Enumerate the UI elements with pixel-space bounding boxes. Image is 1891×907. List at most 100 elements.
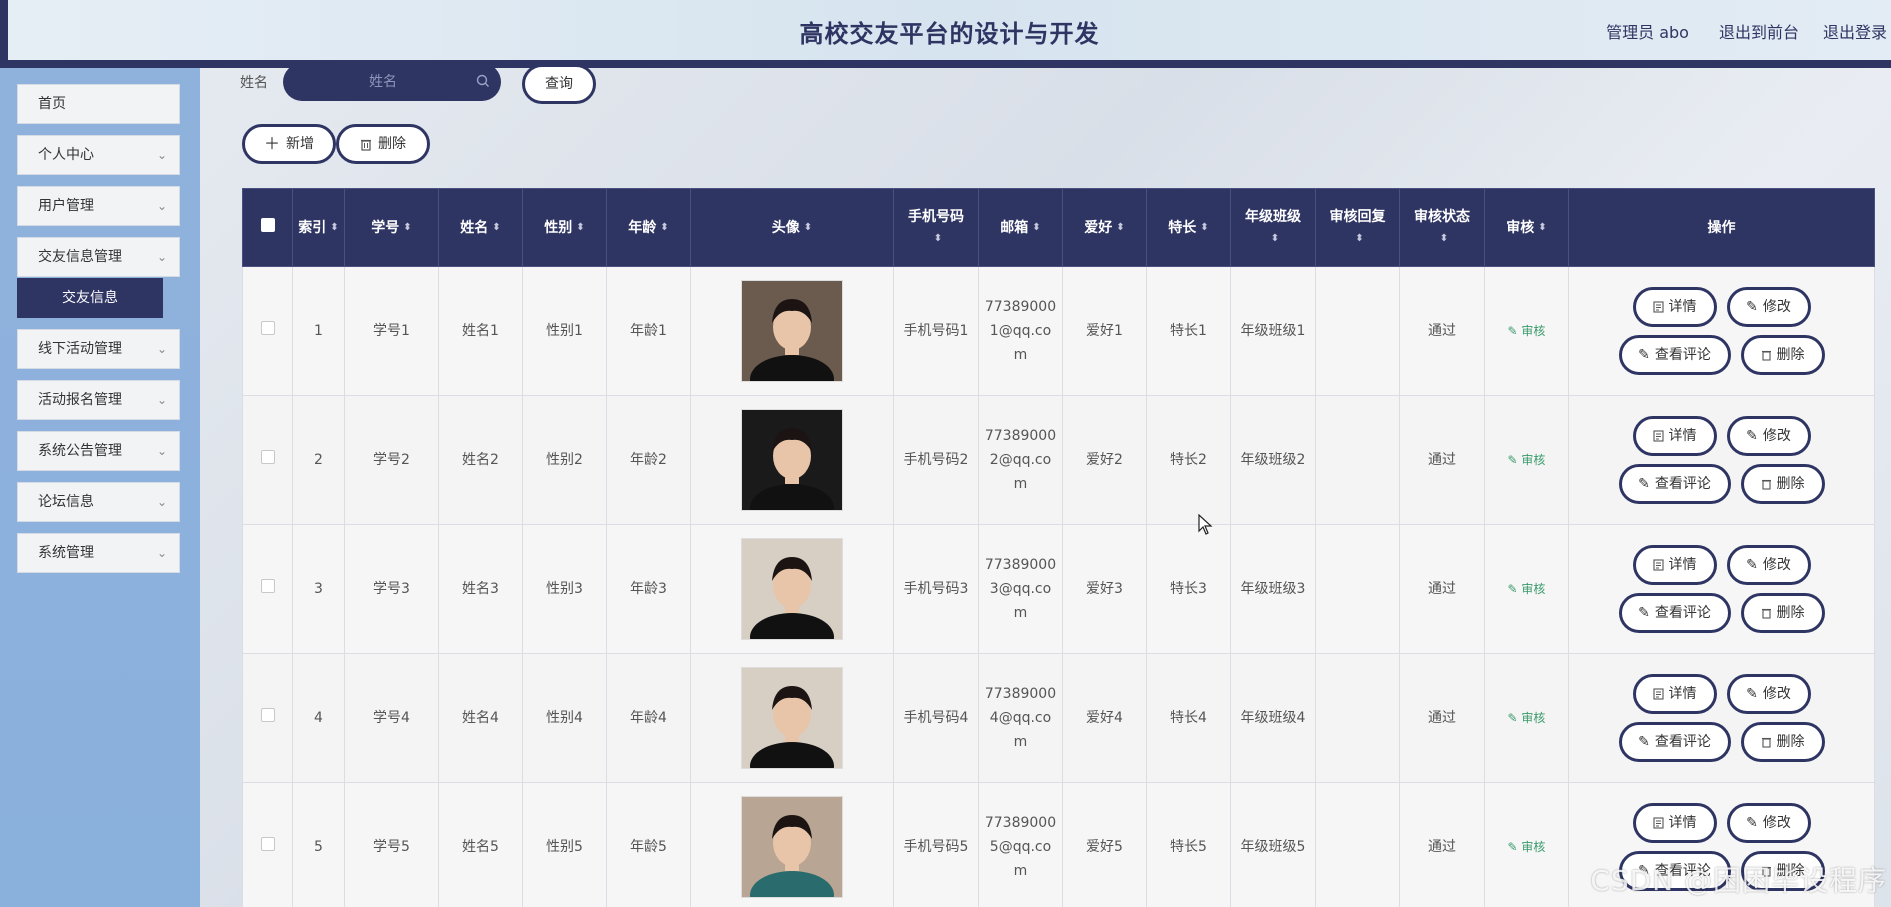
edit-button[interactable]: ✎ 修改 [1726,674,1811,714]
view-comments-button[interactable]: ✎ 查看评论 [1618,335,1731,375]
sidebar-item-5[interactable]: 活动报名管理 ⌄ [17,380,180,420]
sidebar-item-4[interactable]: 线下活动管理 ⌄ [17,329,180,369]
sidebar-item-8[interactable]: 系统管理 ⌄ [17,533,180,573]
sort-icon[interactable]: ⬍ [1538,217,1546,239]
chevron-down-icon: ⌄ [156,393,167,407]
column-header-5[interactable]: 头像 ⬍ [690,188,894,267]
pencil-icon: ✎ [1638,347,1650,363]
column-header-0[interactable]: 索引 ⬍ [292,188,345,267]
search-icon[interactable] [475,73,491,89]
sidebar-item-label: 首页 [38,96,66,112]
delete-button[interactable]: 删除 [1740,464,1825,504]
column-header-label: 年级班级 [1245,208,1301,225]
cell-name: 姓名5 [438,782,523,907]
row-select-cell[interactable] [242,653,293,783]
audit-link[interactable]: ✎ 审核 [1508,582,1546,596]
sort-icon[interactable]: ⬍ [1032,217,1040,239]
view-comments-label: 查看评论 [1654,476,1711,492]
cell-sid: 学号2 [344,395,439,525]
detail-button[interactable]: 详情 [1632,287,1717,327]
sidebar-item-1[interactable]: 个人中心 ⌄ [17,135,180,175]
column-header-8[interactable]: 爱好 ⬍ [1062,188,1147,267]
column-header-7[interactable]: 邮箱 ⬍ [978,188,1063,267]
sidebar-subitem-dating-info[interactable]: 交友信息 [17,278,163,318]
cell-index: 1 [292,266,345,396]
cell-gender: 性别3 [522,524,607,654]
row-checkbox[interactable] [260,321,275,335]
cell-index: 2 [292,395,345,525]
sort-icon[interactable]: ⬍ [1440,228,1448,250]
query-button[interactable]: 查询 [522,64,596,104]
edit-button[interactable]: ✎ 修改 [1726,803,1811,843]
view-comments-button[interactable]: ✎ 查看评论 [1618,722,1731,762]
view-comments-label: 查看评论 [1654,734,1711,750]
select-all-checkbox[interactable] [260,217,275,232]
bulk-delete-button[interactable]: 删除 [336,124,430,164]
sidebar-item-0[interactable]: 首页 [17,84,180,124]
sidebar-item-6[interactable]: 系统公告管理 ⌄ [17,431,180,471]
delete-button[interactable]: 删除 [1740,335,1825,375]
sort-icon[interactable]: ⬍ [1200,217,1208,239]
select-all-cell[interactable] [242,188,293,267]
row-select-cell[interactable] [242,266,293,396]
row-checkbox[interactable] [260,579,275,593]
column-header-1[interactable]: 学号 ⬍ [344,188,439,267]
sort-icon[interactable]: ⬍ [1271,228,1279,250]
sort-icon[interactable]: ⬍ [330,217,338,239]
detail-label: 详情 [1668,299,1697,315]
cell-reply [1315,266,1400,396]
sort-icon[interactable]: ⬍ [934,228,942,250]
column-header-3[interactable]: 性别 ⬍ [522,188,607,267]
sort-icon[interactable]: ⬍ [403,217,411,239]
detail-button[interactable]: 详情 [1632,674,1717,714]
row-checkbox[interactable] [260,837,275,851]
sidebar-item-3[interactable]: 交友信息管理 ⌄ [17,237,180,277]
row-checkbox[interactable] [260,708,275,722]
logout-link[interactable]: 退出登录 [1823,19,1887,43]
avatar-image [741,409,843,511]
row-select-cell[interactable] [242,782,293,907]
column-header-4[interactable]: 年龄 ⬍ [606,188,691,267]
audit-link[interactable]: ✎ 审核 [1508,840,1546,854]
sidebar-item-7[interactable]: 论坛信息 ⌄ [17,482,180,522]
sort-icon[interactable]: ⬍ [1116,217,1124,239]
audit-link[interactable]: ✎ 审核 [1508,324,1546,338]
front-link[interactable]: 退出到前台 [1719,19,1799,43]
sort-icon[interactable]: ⬍ [1355,228,1363,250]
column-header-13[interactable]: 审核 ⬍ [1484,188,1569,267]
add-button[interactable]: ＋ 新增 [242,124,336,164]
delete-button[interactable]: 删除 [1740,593,1825,633]
column-header-11[interactable]: 审核回复 ⬍ [1315,188,1400,267]
edit-button[interactable]: ✎ 修改 [1726,545,1811,585]
column-header-2[interactable]: 姓名 ⬍ [438,188,523,267]
edit-button[interactable]: ✎ 修改 [1726,416,1811,456]
sort-icon[interactable]: ⬍ [576,217,584,239]
sort-icon[interactable]: ⬍ [804,217,812,239]
audit-link[interactable]: ✎ 审核 [1508,453,1546,467]
detail-button[interactable]: 详情 [1632,416,1717,456]
detail-button[interactable]: 详情 [1632,803,1717,843]
sidebar-item-2[interactable]: 用户管理 ⌄ [17,186,180,226]
row-select-cell[interactable] [242,395,293,525]
sort-icon[interactable]: ⬍ [492,217,500,239]
column-header-label: 审核回复 [1329,208,1386,225]
column-header-label: 性别 [544,219,573,236]
sort-icon[interactable]: ⬍ [660,217,668,239]
edit-button[interactable]: ✎ 修改 [1726,287,1811,327]
view-comments-button[interactable]: ✎ 查看评论 [1618,593,1731,633]
column-header-10[interactable]: 年级班级 ⬍ [1230,188,1316,267]
column-header-9[interactable]: 特长 ⬍ [1146,188,1231,267]
search-input[interactable] [283,63,453,101]
column-header-12[interactable]: 审核状态 ⬍ [1399,188,1485,267]
cell-hobby: 爱好4 [1062,653,1147,783]
cell-talent: 特长4 [1146,653,1231,783]
audit-link[interactable]: ✎ 审核 [1508,711,1546,725]
document-icon [1652,688,1664,700]
detail-button[interactable]: 详情 [1632,545,1717,585]
chevron-down-icon: ⌄ [156,148,167,162]
row-checkbox[interactable] [260,450,275,464]
delete-button[interactable]: 删除 [1740,722,1825,762]
row-select-cell[interactable] [242,524,293,654]
column-header-6[interactable]: 手机号码 ⬍ [893,188,979,267]
view-comments-button[interactable]: ✎ 查看评论 [1618,464,1731,504]
